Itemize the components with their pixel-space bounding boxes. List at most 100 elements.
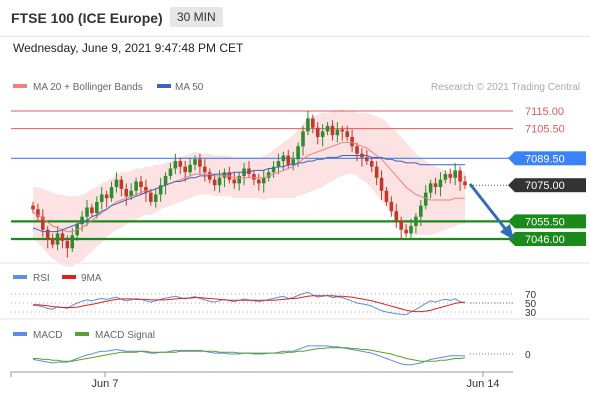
candle-body: [31, 205, 35, 210]
ma50-legend-label: MA 50: [175, 82, 204, 93]
support-level-label: 7046.00: [525, 234, 565, 246]
candle-body: [414, 216, 418, 227]
ma50-legend-swatch: [157, 84, 171, 88]
candle-body: [409, 226, 413, 234]
macd-signal-legend-label: MACD Signal: [95, 330, 155, 341]
last-level-label: 7075.00: [525, 180, 565, 192]
candle-body: [95, 201, 99, 214]
rsi-legend-label: RSI: [33, 273, 50, 284]
candle-body: [384, 190, 389, 202]
macd-signal-line: [33, 347, 466, 362]
candle-body: [374, 166, 379, 178]
rsi-ma-legend-swatch: [62, 275, 76, 279]
candle-body: [365, 157, 369, 162]
candle-body: [198, 159, 202, 167]
candle-body: [438, 179, 443, 188]
bollinger-legend-swatch: [13, 84, 27, 88]
macd-legend-swatch: [13, 332, 27, 336]
level-tag-pointer: [508, 151, 515, 166]
candle-body: [119, 179, 124, 189]
rsi-ma-line: [33, 295, 466, 313]
x-axis-tick-label: Jun 14: [466, 378, 499, 390]
candle-body: [168, 168, 173, 176]
candle-body: [153, 194, 158, 202]
candle-body: [433, 183, 438, 188]
pivot-level-label: 7089.50: [525, 153, 565, 165]
rsi-tick-label: 30: [525, 308, 537, 319]
candle-body: [286, 155, 291, 165]
candle-body: [419, 205, 423, 217]
candle-body: [306, 118, 310, 132]
candle-body: [203, 166, 207, 173]
candle-body: [330, 125, 335, 136]
candle-body: [345, 131, 349, 137]
candle-body: [325, 125, 330, 132]
candle-body: [311, 118, 315, 128]
candle-body: [355, 146, 359, 154]
candle-body: [193, 159, 197, 165]
candle-body: [261, 177, 266, 184]
candle-body: [453, 170, 457, 178]
candle-body: [99, 194, 104, 202]
candle-body: [394, 211, 399, 221]
candle-body: [252, 174, 256, 180]
candle-body: [139, 181, 143, 188]
candle-body: [463, 181, 467, 186]
x-axis-tick-label: Jun 7: [92, 378, 119, 390]
candle-body: [271, 166, 276, 173]
credit-text: Research © 2021 Trading Central: [431, 82, 580, 93]
candle-body: [458, 170, 462, 182]
candle-body: [276, 161, 281, 167]
candle-body: [163, 175, 168, 186]
candle-body: [369, 161, 374, 167]
candle-body: [379, 177, 384, 191]
candle-body: [237, 175, 241, 184]
candle-body: [428, 183, 433, 193]
candle-body: [50, 239, 55, 245]
candle-body: [109, 187, 114, 199]
candle-body: [296, 146, 300, 160]
candle-body: [60, 233, 65, 241]
candle-body: [90, 207, 94, 214]
candle-body: [301, 131, 305, 147]
resistance-level-label: 7105.50: [525, 124, 565, 136]
candle-body: [443, 174, 448, 180]
macd-signal-legend-swatch: [75, 332, 89, 336]
candle-body: [389, 201, 394, 212]
rsi-ma-legend-label: 9MA: [81, 273, 102, 284]
candle-body: [183, 166, 187, 173]
forecast-arrow: [468, 183, 514, 240]
candle-body: [217, 177, 222, 186]
candle-body: [335, 129, 340, 136]
level-tag-pointer: [508, 178, 515, 193]
candle-body: [222, 172, 227, 178]
macd-line: [32, 345, 465, 366]
candle-body: [149, 192, 153, 202]
candle-body: [104, 194, 109, 199]
candle-body: [173, 161, 178, 169]
candle-body: [257, 179, 261, 184]
candle-body: [178, 161, 183, 167]
bollinger-band: [33, 109, 465, 267]
rsi-legend-swatch: [13, 275, 27, 279]
candle-body: [399, 220, 403, 230]
price-chart: MA 20 + Bollinger Bands MA 50 Research ©…: [0, 82, 590, 390]
bollinger-legend-label: MA 20 + Bollinger Bands: [33, 82, 143, 93]
candle-body: [134, 181, 138, 191]
candle-body: [315, 127, 320, 137]
candle-body: [448, 174, 453, 178]
candle-body: [340, 129, 345, 132]
candle-body: [55, 233, 60, 245]
candle-body: [320, 131, 325, 137]
candle-body: [124, 188, 129, 197]
support-level-label: 7055.50: [525, 216, 565, 228]
candle-body: [350, 136, 354, 147]
candle-body: [232, 179, 237, 184]
candle-body: [114, 179, 119, 188]
resistance-level-label: 7115.00: [525, 106, 564, 118]
candle-body: [404, 229, 408, 234]
candle-body: [85, 207, 89, 217]
candle-body: [212, 179, 217, 186]
candle-body: [188, 164, 192, 173]
macd-tick-label: 0: [525, 350, 531, 361]
